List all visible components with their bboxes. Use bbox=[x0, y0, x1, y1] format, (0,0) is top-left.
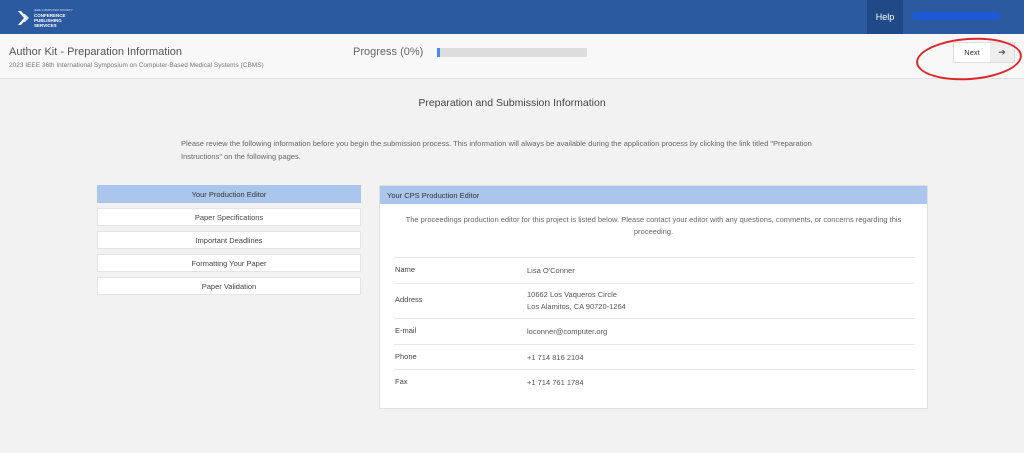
sidebar-item-paper-validation[interactable]: Paper Validation bbox=[97, 277, 361, 295]
sidebar-item-important-deadlines[interactable]: Important Deadlines bbox=[97, 231, 361, 249]
info-value: 10662 Los Vaqueros Circle Los Alamitos, … bbox=[527, 290, 626, 311]
cps-logo-icon bbox=[18, 11, 29, 25]
next-label: Next bbox=[964, 48, 980, 57]
progress-bar-fill bbox=[437, 48, 440, 57]
top-navbar: IEEE COMPUTER SOCIETY CONFERENCE PUBLISH… bbox=[0, 0, 1024, 34]
sidebar-item-label: Paper Specifications bbox=[194, 212, 264, 222]
info-key: E-mail bbox=[395, 326, 417, 335]
page-title: Author Kit - Preparation Information bbox=[9, 46, 183, 58]
info-key: Name bbox=[395, 265, 416, 274]
arrow-right-icon: ➔ bbox=[990, 43, 1014, 62]
info-row-name: Name Lisa O'Conner bbox=[394, 257, 914, 283]
progress-bar bbox=[437, 48, 587, 57]
info-row-email: E-mail loconner@computer.org bbox=[394, 318, 914, 344]
info-value: +1 714 761 1784 bbox=[527, 378, 584, 387]
page-subheader: Author Kit - Preparation Information 202… bbox=[0, 34, 1024, 79]
sidebar-item-formatting-paper[interactable]: Formatting Your Paper bbox=[97, 254, 361, 272]
help-button[interactable]: Help bbox=[867, 0, 903, 34]
redacted-user-name[interactable] bbox=[912, 12, 1000, 20]
progress-label: Progress (0%) bbox=[353, 46, 424, 58]
editor-info-table: Name Lisa O'Conner Address 10662 Los Vaq… bbox=[394, 257, 914, 395]
info-key: Fax bbox=[395, 377, 408, 386]
conference-name: 2023 IEEE 36th International Symposium o… bbox=[9, 62, 264, 69]
info-row-address: Address 10662 Los Vaqueros Circle Los Al… bbox=[394, 283, 914, 318]
sidebar-item-label: Paper Validation bbox=[201, 281, 257, 291]
info-key: Address bbox=[395, 295, 423, 304]
intro-text: Please review the following information … bbox=[181, 139, 812, 161]
sidebar-item-paper-specifications[interactable]: Paper Specifications bbox=[97, 208, 361, 226]
info-key: Phone bbox=[395, 352, 417, 361]
info-row-fax: Fax +1 714 761 1784 bbox=[394, 369, 914, 395]
info-value[interactable]: loconner@computer.org bbox=[527, 326, 914, 344]
production-editor-panel: Your CPS Production Editor The proceedin… bbox=[379, 185, 928, 409]
help-label: Help bbox=[875, 12, 895, 22]
sidebar-item-label: Formatting Your Paper bbox=[191, 258, 267, 268]
next-button[interactable]: Next ➔ bbox=[953, 42, 1015, 63]
sidebar-item-production-editor[interactable]: Your Production Editor bbox=[97, 185, 361, 203]
sidebar-item-label: Important Deadlines bbox=[195, 235, 263, 245]
sidebar-item-label: Your Production Editor bbox=[191, 189, 267, 199]
info-row-phone: Phone +1 714 816 2104 bbox=[394, 344, 914, 369]
cps-logo[interactable]: IEEE COMPUTER SOCIETY CONFERENCE PUBLISH… bbox=[18, 8, 74, 28]
info-value: +1 714 816 2104 bbox=[527, 353, 584, 362]
info-value: Lisa O'Conner bbox=[527, 266, 575, 275]
logo-text: IEEE COMPUTER SOCIETY CONFERENCE PUBLISH… bbox=[34, 8, 73, 28]
panel-intro: The proceedings production editor for th… bbox=[405, 215, 902, 236]
section-heading: Preparation and Submission Information bbox=[418, 97, 606, 109]
panel-header: Your CPS Production Editor bbox=[380, 186, 927, 204]
sidebar-nav: Your Production Editor Paper Specificati… bbox=[97, 185, 361, 300]
